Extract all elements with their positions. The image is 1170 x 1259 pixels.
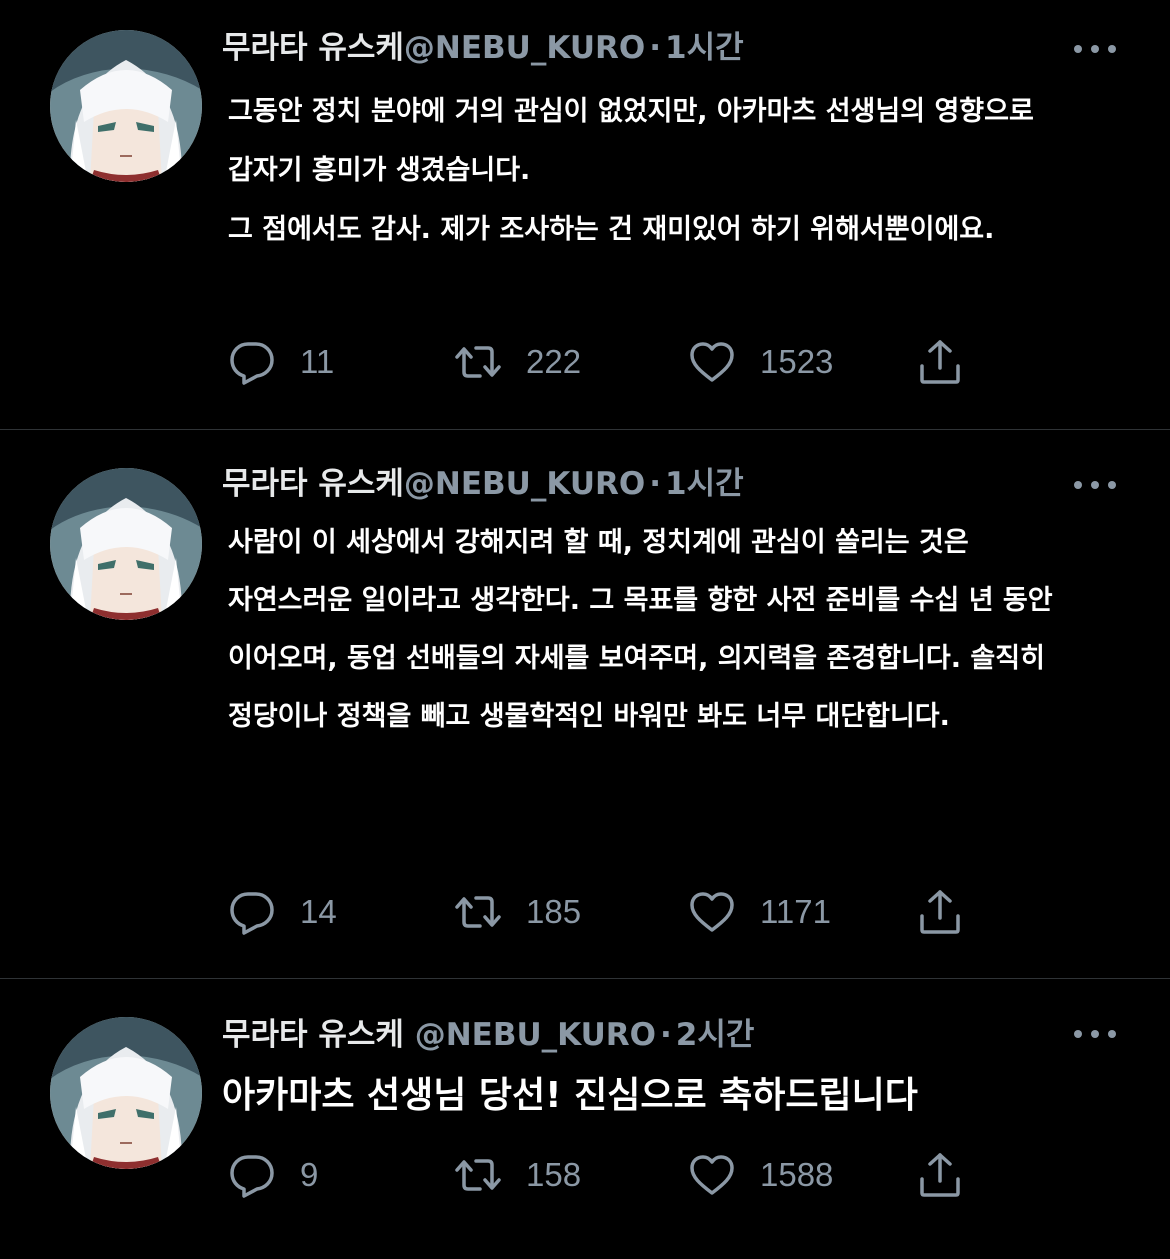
like-count: 1588 xyxy=(760,1156,834,1193)
share-button[interactable] xyxy=(916,1147,964,1203)
reply-icon xyxy=(230,342,274,385)
reply-count: 14 xyxy=(300,893,337,930)
share-button[interactable] xyxy=(916,334,964,390)
retweet-count: 222 xyxy=(526,343,582,380)
avatar-image xyxy=(50,468,202,620)
tweet-text-line: 이어오며, 동업 선배들의 자세를 보여주며, 의지력을 존경합니다. 솔직히 xyxy=(228,643,1045,674)
like-button[interactable]: 1588 xyxy=(688,1147,833,1203)
reply-button[interactable]: 14 xyxy=(228,884,337,940)
tweet-text-line: 그 점에서도 감사. 제가 조사하는 건 재미있어 하기 위해서뿐이에요. xyxy=(228,214,995,245)
user-handle[interactable]: @NEBU_KURO xyxy=(404,466,645,502)
reply-count: 11 xyxy=(300,343,335,380)
separator-dot: · xyxy=(660,1017,672,1053)
like-icon xyxy=(690,1155,734,1195)
share-button[interactable] xyxy=(916,884,964,940)
separator-dot: · xyxy=(649,466,661,502)
like-count: 1171 xyxy=(760,893,831,930)
tweet-header: 무라타 유스케@NEBU_KURO · 1시간 xyxy=(222,464,1030,504)
like-button[interactable]: 1523 xyxy=(688,334,833,390)
tweet-text: 사람이 이 세상에서 강해지려 할 때, 정치계에 관심이 쏠리는 것은 자연스… xyxy=(228,514,1110,746)
like-icon xyxy=(690,342,734,382)
avatar-image xyxy=(50,1017,202,1169)
retweet-icon xyxy=(455,896,501,928)
share-icon xyxy=(920,1153,960,1197)
tweet-text-line: 갑자기 흥미가 생겼습니다. xyxy=(228,155,531,186)
display-name[interactable]: 무라타 유스케 xyxy=(222,30,404,66)
retweet-count: 185 xyxy=(526,893,582,930)
timestamp[interactable]: 1시간 xyxy=(665,466,744,502)
retweet-icon xyxy=(455,346,501,378)
retweet-button[interactable]: 158 xyxy=(454,1147,581,1203)
reply-button[interactable]: 9 xyxy=(228,1147,318,1203)
tweet-text: 그동안 정치 분야에 거의 관심이 없었지만, 아카마츠 선생님의 영향으로 갑… xyxy=(228,82,1110,259)
more-icon[interactable] xyxy=(1074,42,1118,54)
reply-button[interactable]: 11 xyxy=(228,334,334,390)
tweet-text-line: 자연스러운 일이라고 생각한다. 그 목표를 향한 사전 준비를 수십 년 동안 xyxy=(228,585,1053,616)
share-icon xyxy=(920,890,960,934)
reply-icon xyxy=(230,1155,274,1198)
display-name[interactable]: 무라타 유스케 xyxy=(222,466,404,502)
avatar-image xyxy=(50,30,202,182)
avatar[interactable] xyxy=(50,468,202,620)
tweet[interactable]: 무라타 유스케 @NEBU_KURO · 2시간 아카마츠 선생님 당선! 진심으로… xyxy=(0,979,1170,1259)
tweet-text: 아카마츠 선생님 당선! 진심으로 축하드립니다 xyxy=(222,1071,1110,1121)
like-count: 1523 xyxy=(760,343,834,380)
separator-dot: · xyxy=(649,30,661,66)
tweet-text-line: 그동안 정치 분야에 거의 관심이 없었지만, 아카마츠 선생님의 영향으로 xyxy=(228,96,1034,127)
retweet-button[interactable]: 185 xyxy=(454,884,581,940)
tweet-text-line: 정당이나 정책을 빼고 생물학적인 바워만 봐도 너무 대단합니다. xyxy=(228,701,950,732)
reply-count: 9 xyxy=(300,1156,319,1193)
tweet-header: 무라타 유스케 @NEBU_KURO · 2시간 xyxy=(222,1015,1030,1055)
tweet-text-line: 사람이 이 세상에서 강해지려 할 때, 정치계에 관심이 쏠리는 것은 xyxy=(228,527,969,558)
retweet-count: 158 xyxy=(526,1156,582,1193)
retweet-icon xyxy=(455,1159,501,1191)
tweet-text-line: 아카마츠 선생님 당선! 진심으로 축하드립니다 xyxy=(222,1075,918,1116)
tweet[interactable]: 무라타 유스케@NEBU_KURO · 1시간 사람이 이 세상에서 강해지려 할 … xyxy=(0,430,1170,979)
reply-icon xyxy=(230,892,274,935)
like-icon xyxy=(690,892,734,932)
timestamp[interactable]: 2시간 xyxy=(676,1017,755,1053)
retweet-button[interactable]: 222 xyxy=(454,334,581,390)
avatar[interactable] xyxy=(50,30,202,182)
timestamp[interactable]: 1시간 xyxy=(665,30,744,66)
tweet-header: 무라타 유스케@NEBU_KURO · 1시간 xyxy=(222,28,1030,68)
like-button[interactable]: 1171 xyxy=(688,884,831,940)
share-icon xyxy=(920,340,960,384)
more-icon[interactable] xyxy=(1074,1027,1118,1039)
more-icon[interactable] xyxy=(1074,478,1118,490)
user-handle[interactable]: @NEBU_KURO xyxy=(415,1017,656,1053)
user-handle[interactable]: @NEBU_KURO xyxy=(404,30,645,66)
display-name[interactable]: 무라타 유스케 xyxy=(222,1017,404,1053)
tweet[interactable]: 무라타 유스케@NEBU_KURO · 1시간 그동안 정치 분야에 거의 관심이 … xyxy=(0,0,1170,430)
avatar[interactable] xyxy=(50,1017,202,1169)
